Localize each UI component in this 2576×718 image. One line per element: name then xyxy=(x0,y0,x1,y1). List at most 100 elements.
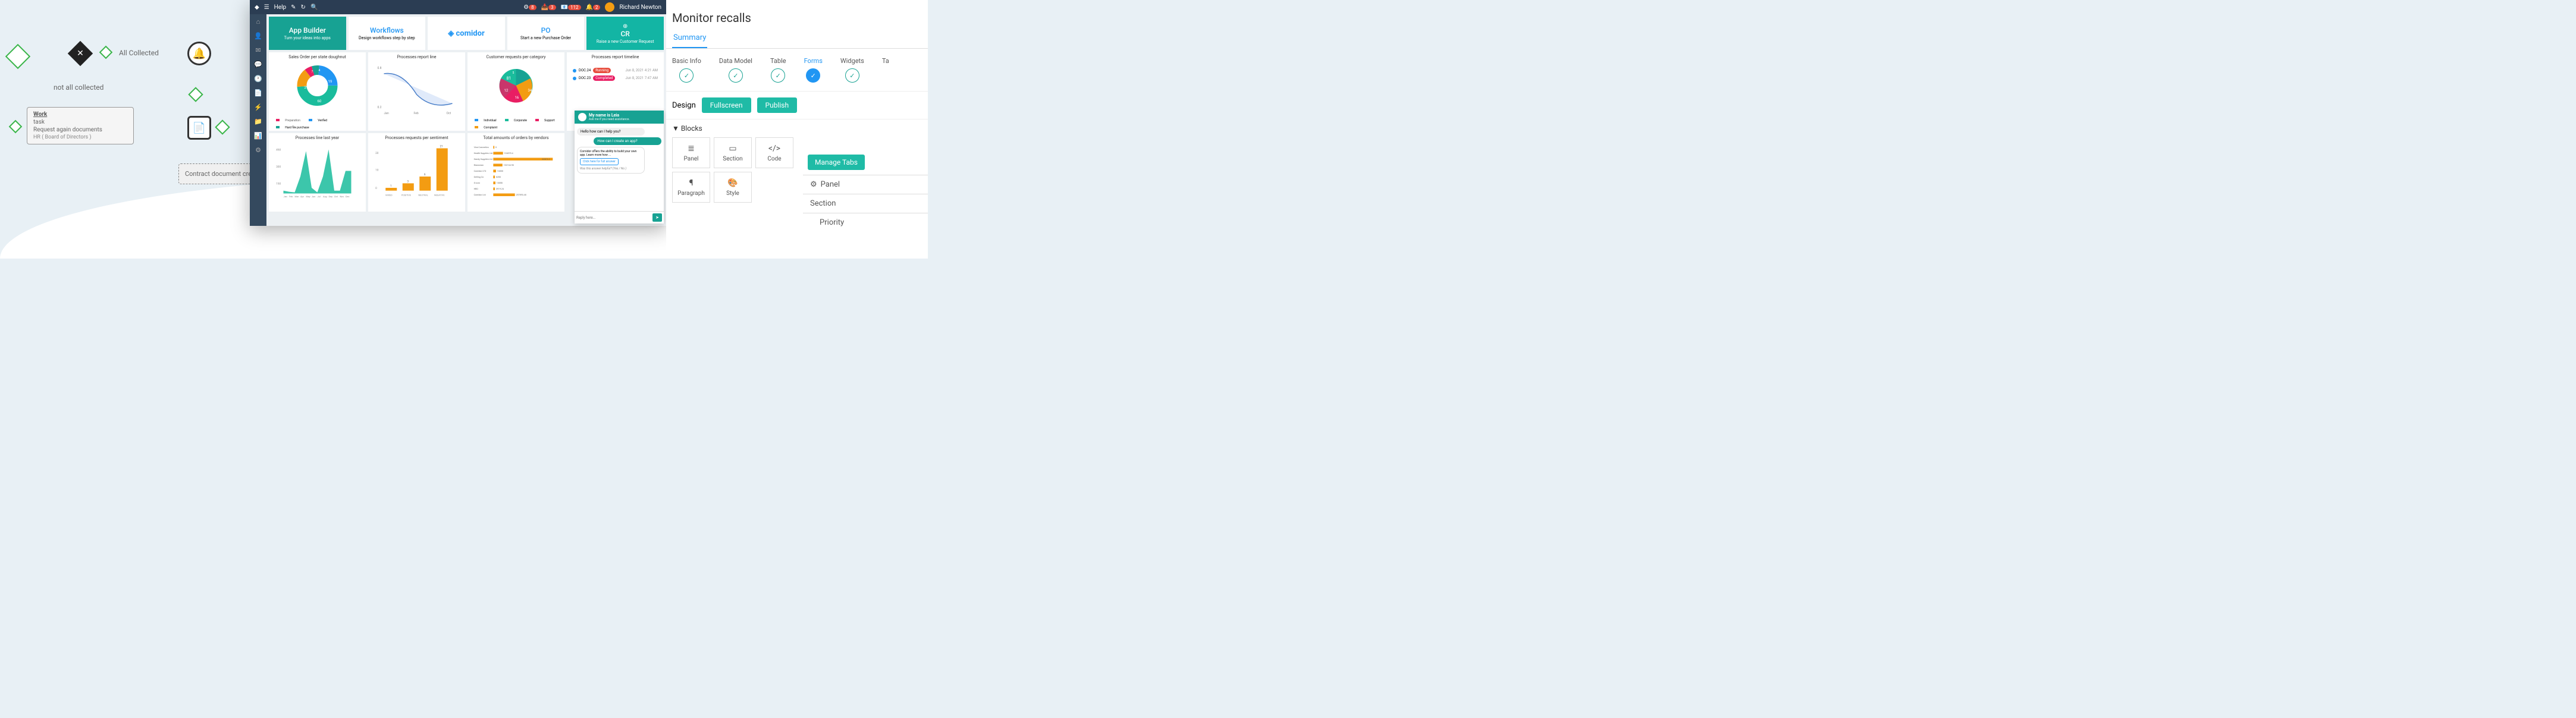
svg-text:257893.48: 257893.48 xyxy=(516,194,526,196)
tile-app-builder[interactable]: App Builder Turn your ideas into apps xyxy=(269,17,346,50)
bot-answer: Comidor offers the ability to build your… xyxy=(577,147,645,174)
topbar: ◆ ☰ Help ✎ ↻ 🔍 ⚙8 📥3 📧112 🔔2 Richard New… xyxy=(250,0,666,14)
svg-text:16000: 16000 xyxy=(497,170,503,172)
svg-text:POSITIVE: POSITIVE xyxy=(401,193,412,196)
gateway-icon xyxy=(9,120,23,134)
sidebar-settings-icon[interactable]: ⚙ xyxy=(254,146,262,155)
svg-text:Nov: Nov xyxy=(340,195,344,198)
widget-doughnut[interactable]: Sales Order per state doughnut 19 60 29 … xyxy=(269,52,366,131)
gateway-icon xyxy=(215,119,230,134)
sidebar-mail-icon[interactable]: ✉ xyxy=(254,46,262,55)
menu-icon[interactable]: ☰ xyxy=(264,4,269,11)
list-icon: ≣ xyxy=(688,144,695,153)
svg-text:34: 34 xyxy=(528,89,532,93)
step-data-model[interactable]: Data Model✓ xyxy=(719,57,752,83)
tile-cr[interactable]: ⊕ CR Raise a new Customer Request xyxy=(586,17,664,50)
avatar[interactable] xyxy=(605,2,614,12)
bell-icon[interactable]: 🔔2 xyxy=(586,4,601,11)
widget-line[interactable]: Processes report line 0.8 0.2 Jan Feb Oc… xyxy=(368,52,465,131)
sidebar-folder-icon[interactable]: 📁 xyxy=(254,118,262,126)
widget-pie[interactable]: Customer requests per category 81 34 16 … xyxy=(467,52,564,131)
full-answer-link[interactable]: Click here for full answer xyxy=(580,158,619,165)
svg-text:3: 3 xyxy=(407,180,409,184)
search-icon[interactable]: 🔍 xyxy=(310,4,318,11)
legend: Preparation Verifed Hard file purchase xyxy=(271,119,363,130)
add-task-icon: 📄 xyxy=(187,116,211,140)
page-title: Monitor recalls xyxy=(666,0,928,29)
task-title: Work xyxy=(33,111,127,118)
svg-text:7: 7 xyxy=(312,70,313,74)
tabs: Summary xyxy=(666,29,928,49)
svg-text:HBO: HBO xyxy=(474,188,479,190)
panel-row[interactable]: ⚙Panel xyxy=(803,175,928,194)
inbox-icon[interactable]: 📥3 xyxy=(541,4,556,11)
tile-workflows[interactable]: Workflows Design workflows step by step xyxy=(349,17,426,50)
tab-summary[interactable]: Summary xyxy=(672,29,707,48)
widget-vendors[interactable]: Total amounts of orders by vendors Viva … xyxy=(467,133,564,212)
block-panel[interactable]: ≣Panel xyxy=(672,137,710,168)
svg-text:885876.5: 885876.5 xyxy=(542,158,550,160)
blocks-header[interactable]: ▼ Blocks xyxy=(666,119,928,137)
svg-text:81: 81 xyxy=(507,76,512,81)
sidebar-flow-icon[interactable]: ⚡ xyxy=(254,103,262,112)
svg-text:May: May xyxy=(306,195,310,198)
svg-text:104070.4: 104070.4 xyxy=(504,152,513,155)
svg-text:300: 300 xyxy=(276,165,281,169)
section-icon: ▭ xyxy=(729,144,736,153)
chat-input[interactable] xyxy=(576,213,651,222)
step-basic-info[interactable]: Basic Info✓ xyxy=(672,57,701,83)
svg-text:4: 4 xyxy=(319,69,321,73)
tile-po[interactable]: PO Start a new Purchase Order xyxy=(507,17,585,50)
sidebar-chart-icon[interactable]: 📊 xyxy=(254,132,262,140)
sidebar: ⌂ 👤 ✉ 💬 🕐 📄 ⚡ 📁 📊 ⚙ xyxy=(250,14,266,226)
svg-text:3919.24: 3919.24 xyxy=(496,188,504,190)
edit-icon[interactable]: ✎ xyxy=(291,4,296,11)
sidebar-doc-icon[interactable]: 📄 xyxy=(254,89,262,97)
block-style[interactable]: 🎨Style xyxy=(714,172,752,203)
block-section[interactable]: ▭Section xyxy=(714,137,752,168)
sidebar-clock-icon[interactable]: 🕐 xyxy=(254,75,262,83)
design-label: Design xyxy=(672,101,696,110)
svg-text:6: 6 xyxy=(424,173,426,177)
widget-sentiment[interactable]: Processes requests per sentiment 20 10 0… xyxy=(368,133,465,212)
svg-text:S-com: S-com xyxy=(474,182,480,184)
svg-text:NEUTRAL: NEUTRAL xyxy=(418,193,428,196)
manage-tabs-button[interactable]: Manage Tabs xyxy=(808,155,865,170)
fullscreen-button[interactable]: Fullscreen xyxy=(702,97,751,113)
svg-text:MIXED: MIXED xyxy=(385,193,393,196)
step-last[interactable]: Ta xyxy=(882,57,889,83)
refresh-icon[interactable]: ↻ xyxy=(301,4,306,11)
bot-avatar xyxy=(578,113,586,121)
block-code[interactable]: </>Code xyxy=(755,137,793,168)
help-menu[interactable]: Help xyxy=(274,4,286,11)
sidebar-chat-icon[interactable]: 💬 xyxy=(254,61,262,69)
svg-text:Health Supplies Ltd: Health Supplies Ltd xyxy=(474,152,492,155)
username[interactable]: Richard Newton xyxy=(619,4,661,11)
step-forms[interactable]: Forms✓ xyxy=(804,57,823,83)
sidebar-user-icon[interactable]: 👤 xyxy=(254,32,262,40)
step-widgets[interactable]: Widgets✓ xyxy=(840,57,864,83)
logo-icon[interactable]: ◆ xyxy=(255,4,259,11)
task-card[interactable]: Work task Request again documents HR ( B… xyxy=(27,107,134,144)
svg-text:21: 21 xyxy=(440,145,443,149)
notification-icon[interactable]: ⚙8 xyxy=(523,4,536,11)
publish-button[interactable]: Publish xyxy=(757,97,798,113)
tile-brand[interactable]: ◈ comidor xyxy=(428,17,505,50)
svg-text:Feb: Feb xyxy=(414,112,419,115)
priority-field[interactable]: Priority xyxy=(803,213,928,232)
status-dot xyxy=(573,77,576,80)
svg-text:Oct: Oct xyxy=(334,195,338,198)
sidebar-home-icon[interactable]: ⌂ xyxy=(254,18,262,26)
gateway-icon xyxy=(99,46,113,59)
messages-icon[interactable]: 📧112 xyxy=(561,4,581,11)
section-row[interactable]: Section xyxy=(803,194,928,213)
gateway-icon xyxy=(5,44,30,69)
send-button[interactable]: ➤ xyxy=(652,213,662,222)
workflow-diagram: ✕ All Collected 🔔 not all collected 📄 xyxy=(0,0,268,190)
step-table[interactable]: Table✓ xyxy=(770,57,786,83)
svg-text:Comidor LTD: Comidor LTD xyxy=(474,170,487,172)
block-paragraph[interactable]: ¶Paragraph xyxy=(672,172,710,203)
widget-area[interactable]: Processes line last year 450 300 150 Jan… xyxy=(269,133,366,212)
svg-text:450: 450 xyxy=(276,148,281,152)
chat-header[interactable]: My name is Leia Ask me if you need assis… xyxy=(575,111,664,124)
